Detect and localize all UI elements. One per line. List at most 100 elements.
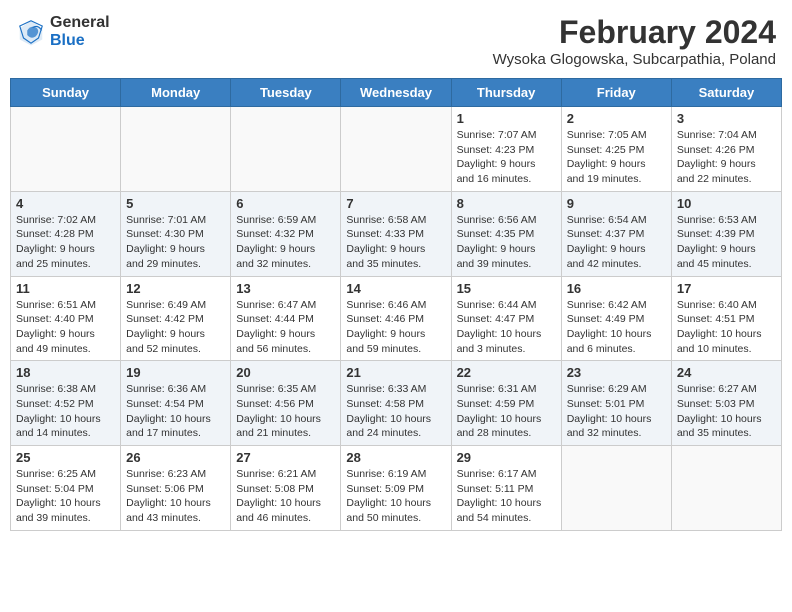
day-info: Sunrise: 6:44 AM Sunset: 4:47 PM Dayligh… [457, 298, 556, 357]
calendar-week-3: 18Sunrise: 6:38 AM Sunset: 4:52 PM Dayli… [11, 361, 782, 446]
day-info: Sunrise: 6:53 AM Sunset: 4:39 PM Dayligh… [677, 213, 776, 272]
day-info: Sunrise: 6:21 AM Sunset: 5:08 PM Dayligh… [236, 467, 335, 526]
day-number: 21 [346, 365, 445, 380]
calendar-day: 16 Sunrise: 6:42 AM Sunset: 4:49 PM Dayli… [561, 276, 671, 361]
calendar-day: 25 Sunrise: 6:25 AM Sunset: 5:04 PM Dayli… [11, 446, 121, 531]
calendar-day: 7Sunrise: 6:58 AM Sunset: 4:33 PM Daylig… [341, 191, 451, 276]
day-info: Sunrise: 6:51 AM Sunset: 4:40 PM Dayligh… [16, 298, 115, 357]
header: General Blue February 2024 Wysoka Glogow… [10, 10, 782, 72]
day-number: 25 [16, 450, 115, 465]
calendar-day: 2 Sunrise: 7:05 AM Sunset: 4:25 PM Daylig… [561, 107, 671, 192]
calendar-day [121, 107, 231, 192]
day-number: 27 [236, 450, 335, 465]
calendar-week-4: 25 Sunrise: 6:25 AM Sunset: 5:04 PM Dayli… [11, 446, 782, 531]
day-number: 24 [677, 365, 776, 380]
day-info: Sunrise: 6:38 AM Sunset: 4:52 PM Dayligh… [16, 382, 115, 441]
calendar-week-1: 4Sunrise: 7:02 AM Sunset: 4:28 PM Daylig… [11, 191, 782, 276]
day-number: 7 [346, 196, 445, 211]
calendar-day: 13 Sunrise: 6:47 AM Sunset: 4:44 PM Dayli… [231, 276, 341, 361]
day-number: 17 [677, 281, 776, 296]
calendar-body: 1Sunrise: 7:07 AM Sunset: 4:23 PM Daylig… [11, 107, 782, 531]
calendar-day: 11 Sunrise: 6:51 AM Sunset: 4:40 PM Dayli… [11, 276, 121, 361]
day-number: 12 [126, 281, 225, 296]
logo: General Blue [16, 14, 110, 49]
day-info: Sunrise: 7:05 AM Sunset: 4:25 PM Dayligh… [567, 128, 666, 187]
day-info: Sunrise: 6:49 AM Sunset: 4:42 PM Dayligh… [126, 298, 225, 357]
column-header-saturday: Saturday [671, 79, 781, 107]
day-info: Sunrise: 6:33 AM Sunset: 4:58 PM Dayligh… [346, 382, 445, 441]
day-info: Sunrise: 6:27 AM Sunset: 5:03 PM Dayligh… [677, 382, 776, 441]
day-info: Sunrise: 6:23 AM Sunset: 5:06 PM Dayligh… [126, 467, 225, 526]
column-header-sunday: Sunday [11, 79, 121, 107]
title-area: February 2024 Wysoka Glogowska, Subcarpa… [493, 14, 776, 68]
day-info: Sunrise: 6:19 AM Sunset: 5:09 PM Dayligh… [346, 467, 445, 526]
day-info: Sunrise: 6:25 AM Sunset: 5:04 PM Dayligh… [16, 467, 115, 526]
day-number: 20 [236, 365, 335, 380]
day-number: 19 [126, 365, 225, 380]
column-header-monday: Monday [121, 79, 231, 107]
calendar-day: 23 Sunrise: 6:29 AM Sunset: 5:01 PM Dayli… [561, 361, 671, 446]
calendar-day: 8 Sunrise: 6:56 AM Sunset: 4:35 PM Daylig… [451, 191, 561, 276]
day-number: 23 [567, 365, 666, 380]
calendar-day [11, 107, 121, 192]
calendar-day: 21 Sunrise: 6:33 AM Sunset: 4:58 PM Dayli… [341, 361, 451, 446]
day-number: 15 [457, 281, 556, 296]
day-number: 5 [126, 196, 225, 211]
day-number: 16 [567, 281, 666, 296]
calendar-day: 27 Sunrise: 6:21 AM Sunset: 5:08 PM Dayli… [231, 446, 341, 531]
calendar-day: 18Sunrise: 6:38 AM Sunset: 4:52 PM Dayli… [11, 361, 121, 446]
calendar-day: 5Sunrise: 7:01 AM Sunset: 4:30 PM Daylig… [121, 191, 231, 276]
day-info: Sunrise: 6:42 AM Sunset: 4:49 PM Dayligh… [567, 298, 666, 357]
day-number: 28 [346, 450, 445, 465]
day-info: Sunrise: 6:40 AM Sunset: 4:51 PM Dayligh… [677, 298, 776, 357]
logo-general-text: General [50, 14, 110, 32]
calendar-day: 15 Sunrise: 6:44 AM Sunset: 4:47 PM Dayli… [451, 276, 561, 361]
calendar-day: 24 Sunrise: 6:27 AM Sunset: 5:03 PM Dayli… [671, 361, 781, 446]
logo-blue-text: Blue [50, 32, 110, 50]
calendar-day: 29 Sunrise: 6:17 AM Sunset: 5:11 PM Dayli… [451, 446, 561, 531]
logo-text: General Blue [50, 14, 110, 49]
day-number: 26 [126, 450, 225, 465]
day-info: Sunrise: 6:47 AM Sunset: 4:44 PM Dayligh… [236, 298, 335, 357]
day-info: Sunrise: 6:56 AM Sunset: 4:35 PM Dayligh… [457, 213, 556, 272]
calendar-week-0: 1Sunrise: 7:07 AM Sunset: 4:23 PM Daylig… [11, 107, 782, 192]
day-info: Sunrise: 6:29 AM Sunset: 5:01 PM Dayligh… [567, 382, 666, 441]
calendar-day: 26 Sunrise: 6:23 AM Sunset: 5:06 PM Dayli… [121, 446, 231, 531]
day-info: Sunrise: 7:02 AM Sunset: 4:28 PM Dayligh… [16, 213, 115, 272]
day-number: 10 [677, 196, 776, 211]
day-info: Sunrise: 6:36 AM Sunset: 4:54 PM Dayligh… [126, 382, 225, 441]
column-header-thursday: Thursday [451, 79, 561, 107]
calendar-day: 3 Sunrise: 7:04 AM Sunset: 4:26 PM Daylig… [671, 107, 781, 192]
day-number: 8 [457, 196, 556, 211]
calendar-day: 28 Sunrise: 6:19 AM Sunset: 5:09 PM Dayli… [341, 446, 451, 531]
day-number: 2 [567, 111, 666, 126]
day-info: Sunrise: 7:04 AM Sunset: 4:26 PM Dayligh… [677, 128, 776, 187]
day-number: 29 [457, 450, 556, 465]
day-number: 11 [16, 281, 115, 296]
calendar-day: 1Sunrise: 7:07 AM Sunset: 4:23 PM Daylig… [451, 107, 561, 192]
calendar-day [561, 446, 671, 531]
column-header-friday: Friday [561, 79, 671, 107]
calendar-day: 14Sunrise: 6:46 AM Sunset: 4:46 PM Dayli… [341, 276, 451, 361]
calendar-day: 9 Sunrise: 6:54 AM Sunset: 4:37 PM Daylig… [561, 191, 671, 276]
day-number: 3 [677, 111, 776, 126]
logo-icon [16, 17, 46, 47]
calendar-week-2: 11 Sunrise: 6:51 AM Sunset: 4:40 PM Dayli… [11, 276, 782, 361]
calendar-day [341, 107, 451, 192]
calendar-day: 19 Sunrise: 6:36 AM Sunset: 4:54 PM Dayli… [121, 361, 231, 446]
day-info: Sunrise: 6:17 AM Sunset: 5:11 PM Dayligh… [457, 467, 556, 526]
day-number: 9 [567, 196, 666, 211]
calendar-day: 10 Sunrise: 6:53 AM Sunset: 4:39 PM Dayli… [671, 191, 781, 276]
day-info: Sunrise: 6:59 AM Sunset: 4:32 PM Dayligh… [236, 213, 335, 272]
day-info: Sunrise: 6:54 AM Sunset: 4:37 PM Dayligh… [567, 213, 666, 272]
calendar-day: 4Sunrise: 7:02 AM Sunset: 4:28 PM Daylig… [11, 191, 121, 276]
day-number: 13 [236, 281, 335, 296]
column-header-tuesday: Tuesday [231, 79, 341, 107]
calendar-day: 17 Sunrise: 6:40 AM Sunset: 4:51 PM Dayli… [671, 276, 781, 361]
day-number: 1 [457, 111, 556, 126]
calendar-day: 6Sunrise: 6:59 AM Sunset: 4:32 PM Daylig… [231, 191, 341, 276]
column-header-wednesday: Wednesday [341, 79, 451, 107]
day-info: Sunrise: 6:46 AM Sunset: 4:46 PM Dayligh… [346, 298, 445, 357]
calendar-header-row: SundayMondayTuesdayWednesdayThursdayFrid… [11, 79, 782, 107]
day-info: Sunrise: 6:31 AM Sunset: 4:59 PM Dayligh… [457, 382, 556, 441]
